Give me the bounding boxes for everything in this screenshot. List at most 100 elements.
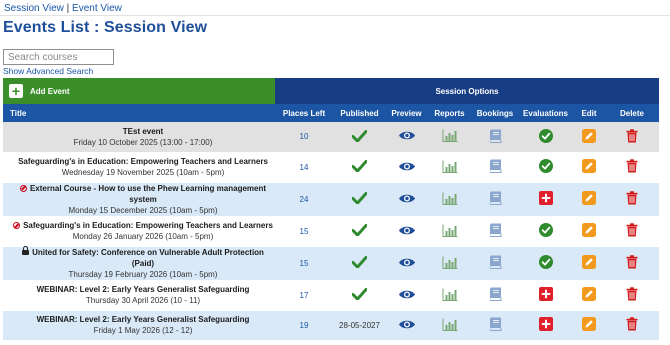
places-left-cell: 10 (275, 122, 333, 153)
event-name-text: External Course - How to use the Phew Le… (29, 183, 267, 204)
evaluation-complete-icon[interactable] (538, 223, 553, 239)
event-name[interactable]: Safeguarding's in Education: Empowering … (11, 156, 275, 167)
event-name[interactable]: WEBINAR: Level 2: Early Years Generalist… (11, 284, 275, 295)
places-left: 19 (299, 320, 309, 330)
event-date: Friday 10 October 2025 (13:00 - 17:00) (73, 137, 213, 147)
eye-icon[interactable] (398, 289, 416, 302)
add-evaluation-icon[interactable] (538, 287, 553, 303)
trash-icon[interactable] (626, 129, 638, 145)
event-name-text: WEBINAR: Level 2: Early Years Generalist… (36, 315, 250, 324)
evaluations-cell (518, 122, 573, 153)
delete-cell (605, 246, 659, 281)
bar-chart-icon[interactable] (442, 224, 458, 239)
add-event-button[interactable]: + Add Event (3, 78, 275, 104)
reports-cell (427, 152, 472, 183)
book-icon[interactable] (488, 317, 503, 333)
edit-icon[interactable] (582, 191, 596, 207)
event-name[interactable]: External Course - How to use the Phew Le… (11, 183, 275, 205)
trash-icon[interactable] (626, 287, 638, 303)
trash-icon[interactable] (626, 223, 638, 239)
event-title-cell: United for Safety: Conference on Vulnera… (3, 245, 275, 281)
bar-chart-icon[interactable] (442, 192, 458, 207)
eye-icon[interactable] (398, 130, 416, 143)
edit-cell (573, 122, 605, 153)
published-check-icon (351, 256, 368, 270)
event-name[interactable]: United for Safety: Conference on Vulnera… (11, 245, 275, 269)
places-left-cell: 15 (275, 246, 333, 281)
bookings-cell (472, 216, 518, 247)
eye-icon[interactable] (398, 319, 416, 332)
bar-chart-icon[interactable] (442, 256, 458, 271)
advanced-search-link[interactable]: Show Advanced Search (3, 66, 93, 76)
event-title-cell: WEBINAR: Level 2: Early Years Generalist… (3, 310, 275, 341)
add-evaluation-icon[interactable] (538, 191, 553, 207)
bookings-cell (472, 280, 518, 311)
search-input[interactable] (3, 49, 114, 65)
trash-icon[interactable] (626, 255, 638, 271)
edit-cell (573, 182, 605, 217)
event-name-text: TEst event (122, 126, 164, 136)
trash-icon[interactable] (626, 159, 638, 175)
edit-icon[interactable] (582, 317, 596, 333)
edit-icon[interactable] (582, 223, 596, 239)
eye-icon[interactable] (398, 161, 416, 174)
bar-chart-icon[interactable] (442, 160, 458, 175)
places-left: 24 (299, 194, 309, 204)
delete-cell (605, 182, 659, 217)
event-title-cell: Safeguarding's in Education: Empowering … (3, 216, 275, 247)
edit-icon[interactable] (582, 255, 596, 271)
places-left-cell: 17 (275, 280, 333, 311)
event-view-link[interactable]: Event View (72, 3, 122, 14)
evaluations-cell (518, 310, 573, 341)
edit-icon[interactable] (582, 287, 596, 303)
eye-icon[interactable] (398, 257, 416, 270)
col-bookings: Bookings (472, 104, 518, 122)
table-row: WEBINAR: Level 2: Early Years Generalist… (3, 280, 659, 311)
book-icon[interactable] (488, 223, 503, 239)
places-left-cell: 15 (275, 216, 333, 247)
evaluation-complete-icon[interactable] (538, 255, 553, 271)
book-icon[interactable] (488, 255, 503, 271)
event-name-text: Safeguarding's in Education: Empowering … (18, 157, 268, 166)
add-evaluation-icon[interactable] (538, 317, 553, 333)
eye-icon[interactable] (398, 193, 416, 206)
bar-chart-icon[interactable] (442, 288, 458, 303)
eye-icon[interactable] (398, 225, 416, 238)
trash-icon[interactable] (626, 317, 638, 333)
places-left: 14 (299, 162, 309, 172)
edit-icon[interactable] (582, 159, 596, 175)
places-left-cell: 19 (275, 310, 333, 341)
trash-icon[interactable] (626, 191, 638, 207)
preview-cell (386, 182, 427, 217)
event-title-cell: Safeguarding's in Education: Empowering … (3, 152, 275, 183)
col-places-left: Places Left (275, 104, 333, 122)
session-view-link[interactable]: Session View (4, 3, 64, 14)
published-check-icon (351, 129, 368, 144)
book-icon[interactable] (488, 159, 503, 175)
book-icon[interactable] (488, 191, 503, 207)
bar-chart-icon[interactable] (442, 129, 458, 144)
preview-cell (386, 122, 427, 153)
published-cell (333, 246, 386, 281)
published-cell (333, 152, 386, 183)
preview-cell (386, 246, 427, 281)
event-name[interactable]: Safeguarding's in Education: Empowering … (11, 220, 275, 231)
preview-cell (386, 152, 427, 183)
reports-cell (427, 310, 472, 341)
event-name-text: Safeguarding's in Education: Empowering … (23, 221, 273, 230)
published-cell: 28-05-2027 (333, 310, 386, 341)
reports-cell (427, 182, 472, 217)
col-edit: Edit (573, 104, 605, 122)
bar-chart-icon[interactable] (442, 318, 458, 333)
edit-icon[interactable] (582, 128, 596, 145)
event-name[interactable]: TEst event (11, 126, 275, 137)
book-icon[interactable] (488, 287, 503, 303)
col-evaluations: Evaluations (518, 104, 573, 122)
evaluation-complete-icon[interactable] (538, 159, 553, 175)
preview-cell (386, 280, 427, 311)
event-name[interactable]: WEBINAR: Level 2: Early Years Generalist… (11, 314, 275, 325)
evaluation-complete-icon[interactable] (538, 128, 553, 145)
published-check-icon (351, 192, 368, 206)
book-icon[interactable] (488, 129, 503, 145)
evaluations-cell (518, 216, 573, 247)
